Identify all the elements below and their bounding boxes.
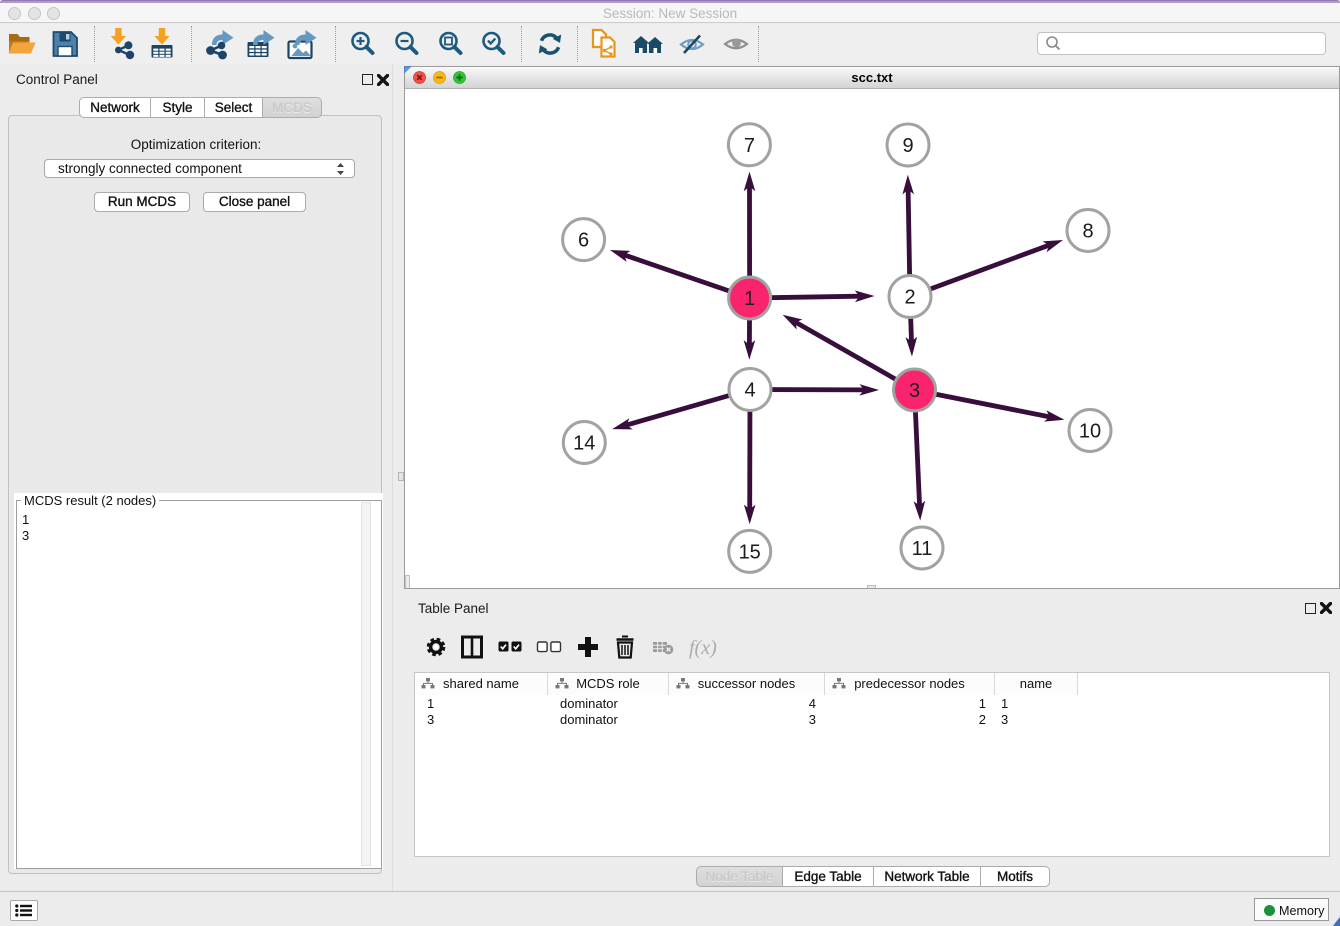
svg-text:10: 10 bbox=[1079, 421, 1101, 443]
svg-text:9: 9 bbox=[902, 135, 913, 157]
svg-text:6: 6 bbox=[578, 230, 589, 252]
svg-text:7: 7 bbox=[744, 135, 755, 157]
svg-text:f(x): f(x) bbox=[689, 637, 717, 659]
svg-text:1: 1 bbox=[744, 288, 755, 310]
svg-text:15: 15 bbox=[739, 541, 761, 563]
svg-text:14: 14 bbox=[573, 433, 595, 455]
svg-text:2: 2 bbox=[904, 287, 915, 309]
svg-text:11: 11 bbox=[912, 538, 933, 560]
svg-text:3: 3 bbox=[909, 380, 920, 402]
svg-text:8: 8 bbox=[1082, 221, 1093, 243]
svg-text:4: 4 bbox=[744, 380, 755, 402]
